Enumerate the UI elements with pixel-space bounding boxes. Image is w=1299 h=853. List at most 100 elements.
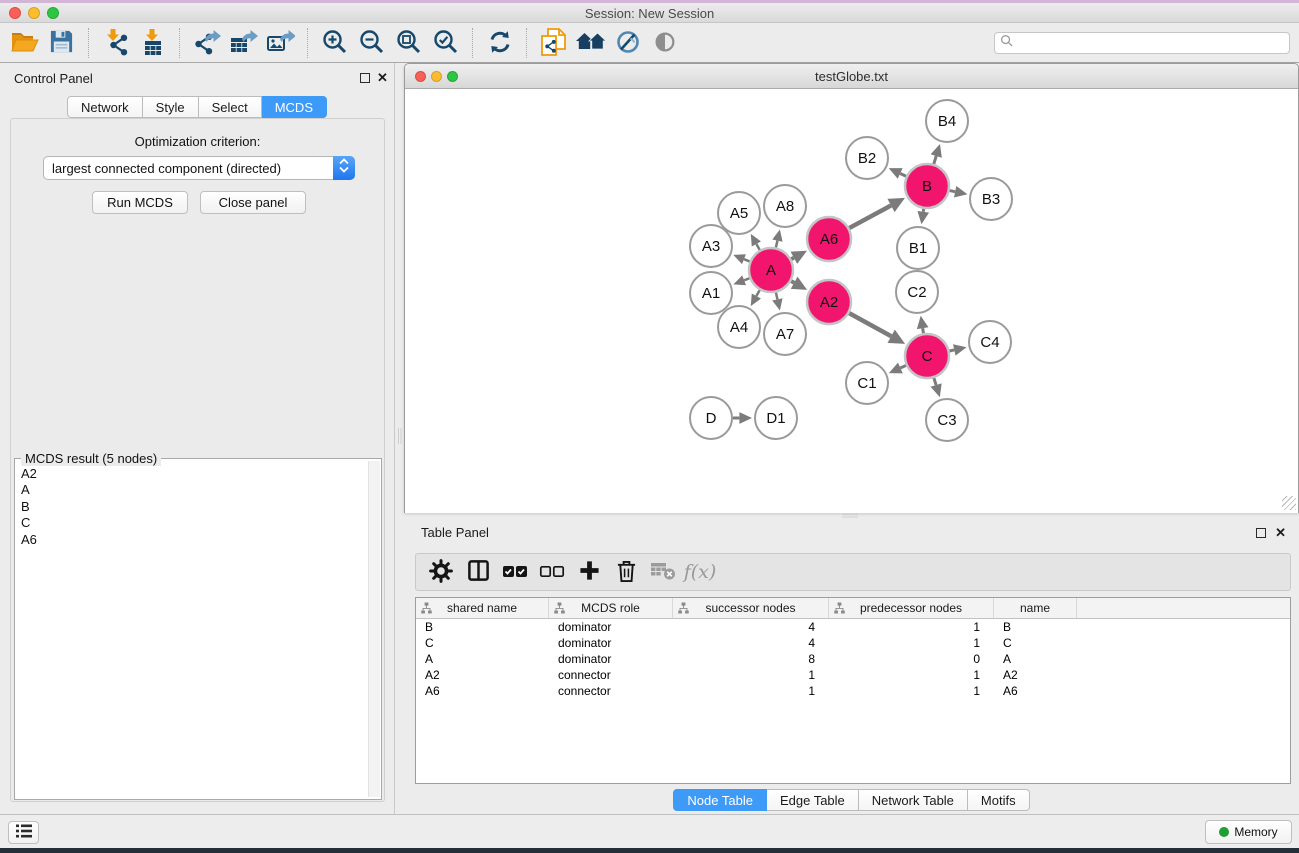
tab-style[interactable]: Style [143, 96, 199, 118]
edge-C-C4[interactable] [949, 350, 954, 351]
edge-A-A1[interactable] [744, 278, 749, 280]
search-box[interactable] [994, 32, 1290, 54]
save-session-icon [49, 29, 74, 57]
show-panels-button[interactable] [8, 821, 39, 844]
home-button[interactable] [572, 25, 609, 62]
zoom-in-button[interactable] [316, 25, 353, 62]
toolbar-button-groups [6, 23, 683, 63]
export-network-button[interactable] [188, 25, 225, 62]
network-window-title: testGlobe.txt [405, 69, 1298, 84]
export-table-icon [230, 29, 258, 58]
node-label-A5: A5 [730, 205, 748, 222]
mcds-result-item[interactable]: A2 [21, 466, 367, 482]
zoom-selected-button[interactable] [427, 25, 464, 62]
tab-mcds[interactable]: MCDS [262, 96, 327, 118]
memory-button[interactable]: Memory [1205, 820, 1292, 844]
network-graph[interactable]: B4B2BB3B1A5A8A6A3AA1A2C2A4A7C4CC1C3DD1 [405, 89, 1298, 513]
clone-network-button[interactable] [535, 25, 572, 62]
deselect-all-button[interactable] [537, 557, 567, 587]
add-column-button[interactable] [574, 557, 604, 587]
column-header-label: name [1020, 601, 1050, 615]
column-header[interactable]: shared name [416, 598, 549, 618]
tab-motifs[interactable]: Motifs [968, 789, 1030, 811]
float-table-panel-button[interactable] [1256, 528, 1266, 538]
float-control-panel-button[interactable] [360, 73, 370, 83]
column-header[interactable]: name [994, 598, 1077, 618]
edge-A-A7[interactable] [776, 292, 777, 299]
refresh-layout-button[interactable] [481, 25, 518, 62]
table-row[interactable]: Adominator80A [416, 651, 1290, 667]
export-table-button[interactable] [225, 25, 262, 62]
table-row[interactable]: A6connector11A6 [416, 683, 1290, 699]
column-header[interactable]: successor nodes [673, 598, 829, 618]
mcds-result-item[interactable]: A [21, 482, 367, 498]
edge-A6-B[interactable] [849, 205, 891, 228]
node-label-A3: A3 [702, 238, 720, 255]
tab-select[interactable]: Select [199, 96, 262, 118]
export-image-icon [267, 29, 295, 58]
select-all-button[interactable] [500, 557, 530, 587]
export-image-button[interactable] [262, 25, 299, 62]
import-table-button[interactable] [134, 25, 171, 62]
column-header[interactable]: predecessor nodes [829, 598, 994, 618]
table-row[interactable]: Cdominator41C [416, 635, 1290, 651]
column-view-button[interactable] [463, 557, 493, 587]
table-row[interactable]: A2connector11A2 [416, 667, 1290, 683]
show-graphics-details-button[interactable] [646, 25, 683, 62]
edge-A-A3[interactable] [744, 259, 750, 261]
network-window-titlebar[interactable]: testGlobe.txt [405, 64, 1298, 89]
network-canvas[interactable]: B4B2BB3B1A5A8A6A3AA1A2C2A4A7C4CC1C3DD1 [405, 89, 1298, 513]
zoom-fit-button[interactable] [390, 25, 427, 62]
edge-A-A8[interactable] [776, 241, 777, 248]
node-table[interactable]: shared nameMCDS rolesuccessor nodesprede… [415, 597, 1291, 784]
tab-node-table[interactable]: Node Table [673, 789, 767, 811]
toolbar-separator [88, 28, 89, 58]
zoom-out-button[interactable] [353, 25, 390, 62]
edge-A-A6[interactable] [791, 258, 794, 259]
window-resize-grip-icon[interactable] [1282, 496, 1296, 510]
edge-B-B4[interactable] [934, 156, 936, 164]
hide-graphics-details-button[interactable] [609, 25, 646, 62]
edge-C-C1[interactable] [900, 365, 906, 368]
run-mcds-button[interactable]: Run MCDS [92, 191, 188, 214]
tab-edge-table[interactable]: Edge Table [767, 789, 859, 811]
edge-C-C3[interactable] [934, 378, 936, 385]
edge-A2-C[interactable] [849, 313, 891, 336]
edge-A-A2[interactable] [791, 281, 794, 283]
hide-graphics-details-icon [615, 29, 641, 58]
edge-B-B3[interactable] [950, 191, 956, 192]
settings-button[interactable] [426, 557, 456, 587]
close-table-panel-button[interactable]: ✕ [1275, 525, 1286, 541]
toolbar-separator [526, 28, 527, 58]
table-cell: dominator [549, 619, 673, 635]
table-cell: 1 [673, 683, 829, 699]
result-scrollbar[interactable] [368, 461, 380, 797]
delete-column-button[interactable] [611, 557, 641, 587]
table-row[interactable]: Bdominator41B [416, 619, 1290, 635]
column-header[interactable]: MCDS role [549, 598, 673, 618]
edge-A-A4[interactable] [756, 290, 759, 296]
mcds-result-list[interactable]: A2ABCA6 [15, 462, 367, 797]
edge-B-B2[interactable] [900, 173, 906, 176]
application-window: Session: New Session Control Panel ✕ Net… [0, 0, 1299, 853]
vertical-splitter-grip[interactable] [398, 428, 403, 444]
tab-network-table[interactable]: Network Table [859, 789, 968, 811]
node-label-B4: B4 [938, 113, 956, 130]
close-control-panel-button[interactable]: ✕ [377, 70, 388, 86]
import-network-button[interactable] [97, 25, 134, 62]
edge-A-A5[interactable] [756, 244, 759, 250]
horizontal-splitter-grip[interactable] [842, 514, 858, 519]
mcds-result-item[interactable]: A6 [21, 532, 367, 548]
search-input[interactable] [1016, 34, 1289, 52]
edge-C-C2[interactable] [923, 328, 924, 333]
save-session-button[interactable] [43, 25, 80, 62]
tab-network[interactable]: Network [67, 96, 143, 118]
mcds-result-item[interactable]: B [21, 499, 367, 515]
main-titlebar[interactable]: Session: New Session [0, 3, 1299, 23]
open-session-button[interactable] [6, 25, 43, 62]
mcds-result-item[interactable]: C [21, 515, 367, 531]
criterion-select[interactable]: largest connected component (directed) [43, 156, 355, 180]
close-panel-button[interactable]: Close panel [200, 191, 306, 214]
open-session-icon [10, 29, 40, 58]
table-cell: A [994, 651, 1077, 667]
